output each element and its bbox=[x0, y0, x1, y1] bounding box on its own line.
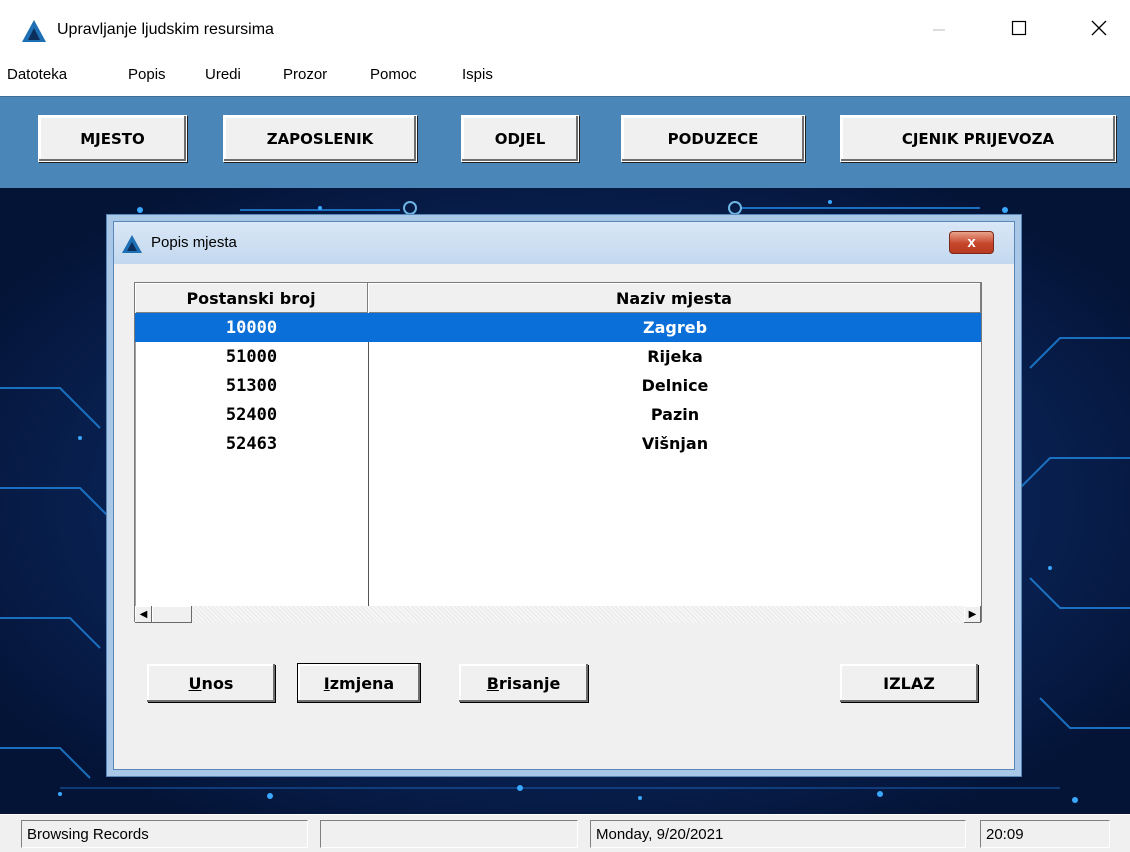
odjel-button[interactable]: ODJEL bbox=[461, 115, 579, 162]
column-header-place-name[interactable]: Naziv mjesta bbox=[368, 283, 981, 313]
place-name-cell: Rijeka bbox=[647, 347, 703, 366]
status-date: Monday, 9/20/2021 bbox=[590, 820, 966, 848]
place-name-cell: Zagreb bbox=[642, 318, 708, 337]
poduzece-button[interactable]: PODUZECE bbox=[621, 115, 805, 162]
postal-code-cell: 51300 bbox=[225, 375, 278, 396]
arrow-left-icon: ◀ bbox=[139, 609, 148, 620]
dialog-title: Popis mjesta bbox=[151, 234, 237, 251]
toolbar: MJESTO ZAPOSLENIK ODJEL PODUZECE CJENIK … bbox=[0, 96, 1130, 188]
minimize-icon bbox=[933, 29, 945, 31]
brisanje-button[interactable]: Brisanje bbox=[459, 664, 588, 702]
menu-ispis[interactable]: Ispis bbox=[462, 66, 493, 83]
postal-code-cell: 10000 bbox=[225, 317, 278, 338]
scroll-right-button[interactable]: ▶ bbox=[964, 606, 981, 623]
close-button[interactable] bbox=[1076, 0, 1122, 56]
table-row[interactable]: 51300 Delnice bbox=[135, 371, 981, 400]
izlaz-button[interactable]: IZLAZ bbox=[840, 664, 978, 702]
menu-bar: Datoteka Popis Uredi Prozor Pomoc Ispis bbox=[0, 56, 1130, 96]
menu-popis[interactable]: Popis bbox=[128, 66, 166, 83]
menu-prozor[interactable]: Prozor bbox=[283, 66, 327, 83]
window-title: Upravljanje ljudskim resursima bbox=[57, 21, 274, 38]
app-logo-icon bbox=[122, 235, 142, 253]
menu-datoteka[interactable]: Datoteka bbox=[7, 66, 67, 83]
table-row[interactable]: 51000 Rijeka bbox=[135, 342, 981, 371]
unos-button[interactable]: Unos bbox=[147, 664, 275, 702]
popis-mjesta-dialog: Popis mjesta x Postanski broj Naziv mjes… bbox=[113, 221, 1015, 770]
menu-pomoc[interactable]: Pomoc bbox=[370, 66, 417, 83]
horizontal-scrollbar[interactable]: ◀ ▶ bbox=[135, 606, 981, 623]
window-titlebar: Upravljanje ljudskim resursima bbox=[0, 0, 1130, 56]
postal-code-cell: 52400 bbox=[225, 404, 278, 425]
close-icon bbox=[1091, 20, 1107, 36]
table-row[interactable]: 52463 Višnjan bbox=[135, 429, 981, 458]
column-header-postal-code[interactable]: Postanski broj bbox=[135, 283, 368, 313]
places-grid[interactable]: Postanski broj Naziv mjesta 10000 Zagreb… bbox=[134, 282, 982, 623]
postal-code-cell: 51000 bbox=[225, 346, 278, 367]
scroll-left-button[interactable]: ◀ bbox=[135, 606, 152, 623]
minimize-button[interactable] bbox=[916, 0, 962, 56]
maximize-icon bbox=[1011, 20, 1027, 36]
zaposlenik-button[interactable]: ZAPOSLENIK bbox=[223, 115, 417, 162]
brisanje-label: risanje bbox=[498, 673, 561, 693]
maximize-button[interactable] bbox=[996, 0, 1042, 56]
dialog-titlebar[interactable]: Popis mjesta x bbox=[114, 222, 1014, 264]
grid-header: Postanski broj Naziv mjesta bbox=[135, 283, 981, 313]
app-logo-icon bbox=[22, 20, 46, 42]
table-row[interactable]: 52400 Pazin bbox=[135, 400, 981, 429]
cjenik-prijevoza-button[interactable]: CJENIK PRIJEVOZA bbox=[840, 115, 1116, 162]
place-name-cell: Delnice bbox=[641, 376, 709, 395]
status-mode: Browsing Records bbox=[21, 820, 308, 848]
status-time: 20:09 bbox=[980, 820, 1110, 848]
status-bar: Browsing Records Monday, 9/20/2021 20:09 bbox=[0, 814, 1130, 852]
status-empty-panel bbox=[320, 820, 578, 848]
dialog-close-button[interactable]: x bbox=[949, 231, 994, 254]
unos-label: nos bbox=[201, 673, 234, 693]
postal-code-cell: 52463 bbox=[225, 433, 278, 454]
arrow-right-icon: ▶ bbox=[968, 609, 977, 620]
izmjena-button[interactable]: Izmjena bbox=[297, 663, 421, 703]
unos-hotkey: U bbox=[188, 673, 202, 693]
place-name-cell: Pazin bbox=[650, 405, 700, 424]
menu-uredi[interactable]: Uredi bbox=[205, 66, 241, 83]
izmjena-label: zmjena bbox=[329, 673, 395, 693]
table-row[interactable]: 10000 Zagreb bbox=[135, 313, 981, 342]
scrollbar-thumb[interactable] bbox=[152, 606, 192, 623]
close-icon: x bbox=[967, 234, 976, 251]
brisanje-hotkey: B bbox=[486, 673, 499, 693]
mjesto-button[interactable]: MJESTO bbox=[38, 115, 187, 162]
place-name-cell: Višnjan bbox=[641, 434, 709, 453]
